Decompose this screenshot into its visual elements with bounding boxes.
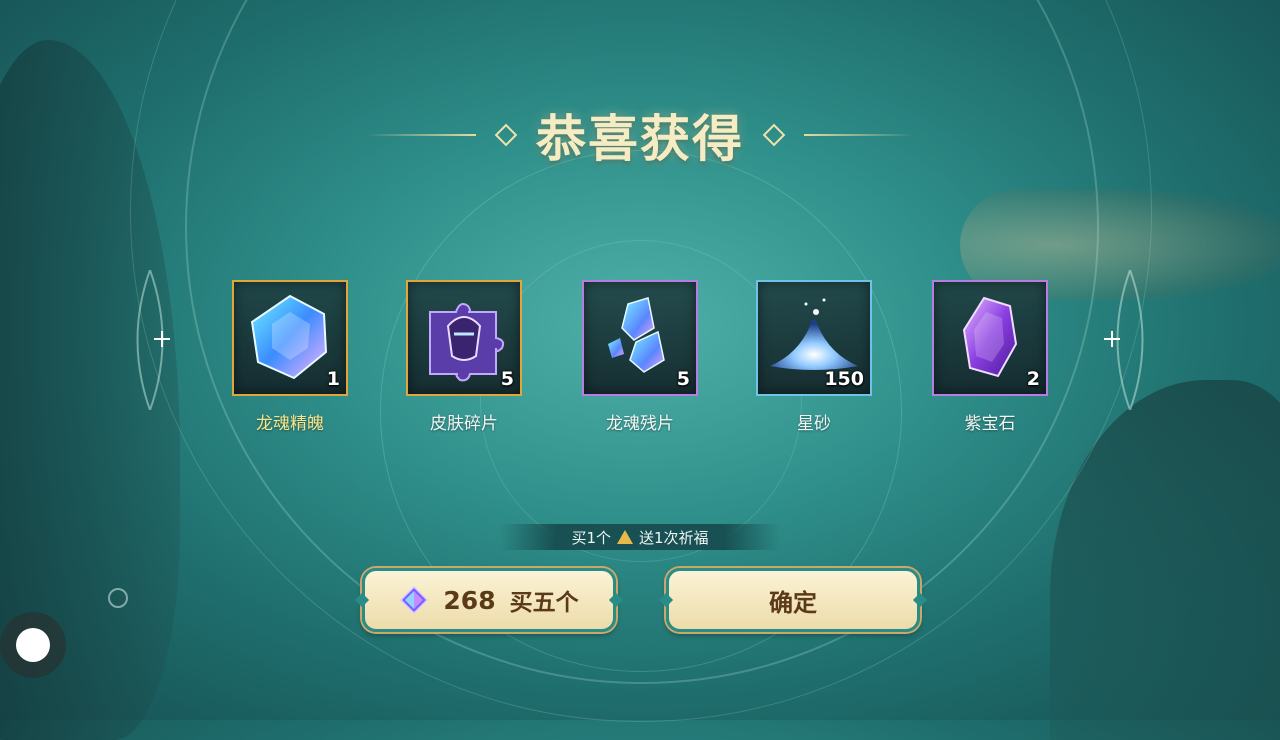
diamond-icon [494,123,518,147]
item-frame: 5 [406,280,522,396]
buy-price: 268 [443,585,496,615]
mountain-right-decoration [1050,380,1280,740]
sparkle-icon [154,331,170,347]
item-name: 皮肤碎片 [430,414,498,434]
bonus-suffix: 送1次祈福 [639,528,709,547]
reward-item[interactable]: 1 龙魂精魄 [232,280,348,434]
title-line-right [804,134,914,136]
page-title: 恭喜获得 [536,110,744,168]
item-frame: 150 [756,280,872,396]
reward-item[interactable]: 5 龙魂残片 [582,280,698,434]
item-name: 龙魂残片 [606,414,674,434]
item-frame: 1 [232,280,348,396]
button-notch [354,592,370,608]
reward-item[interactable]: 2 紫宝石 [932,280,1048,434]
ornament-left-icon [136,270,164,410]
circle-decoration [108,588,128,608]
floating-dot-icon [16,628,50,662]
title-bar: 恭喜获得 [0,100,1280,170]
diamond-currency-icon [400,585,429,615]
item-frame: 5 [582,280,698,396]
item-count: 5 [676,368,690,390]
prayer-icon [617,530,633,544]
title-line-left [366,134,476,136]
item-frame: 2 [932,280,1048,396]
diamond-icon [762,123,786,147]
reward-item[interactable]: 5 皮肤碎片 [406,280,522,434]
floating-assistant-button[interactable] [0,612,66,678]
bonus-prefix: 买1个 [571,528,611,547]
bonus-banner: 买1个 送1次祈福 [500,524,780,550]
item-name: 龙魂精魄 [256,414,324,434]
confirm-label: 确定 [769,588,817,617]
sparkle-icon [1104,331,1120,347]
button-notch [658,592,674,608]
ornament-right-icon [1116,270,1144,410]
confirm-button[interactable]: 确定 [658,568,928,632]
item-count: 2 [1026,368,1040,390]
reward-item[interactable]: 150 星砂 [756,280,872,434]
button-notch [912,592,928,608]
item-count: 5 [500,368,514,390]
reward-list: 1 龙魂精魄 5 皮肤碎片 5 龙魂残片 150 星砂 2 紫宝石 [232,280,1052,440]
item-name: 星砂 [797,414,831,434]
item-name: 紫宝石 [964,414,1016,434]
button-notch [608,592,624,608]
buy-label: 买五个 [509,590,579,616]
buy-five-button[interactable]: 268 买五个 [354,568,624,632]
item-count: 150 [824,368,864,390]
item-count: 1 [326,368,340,390]
